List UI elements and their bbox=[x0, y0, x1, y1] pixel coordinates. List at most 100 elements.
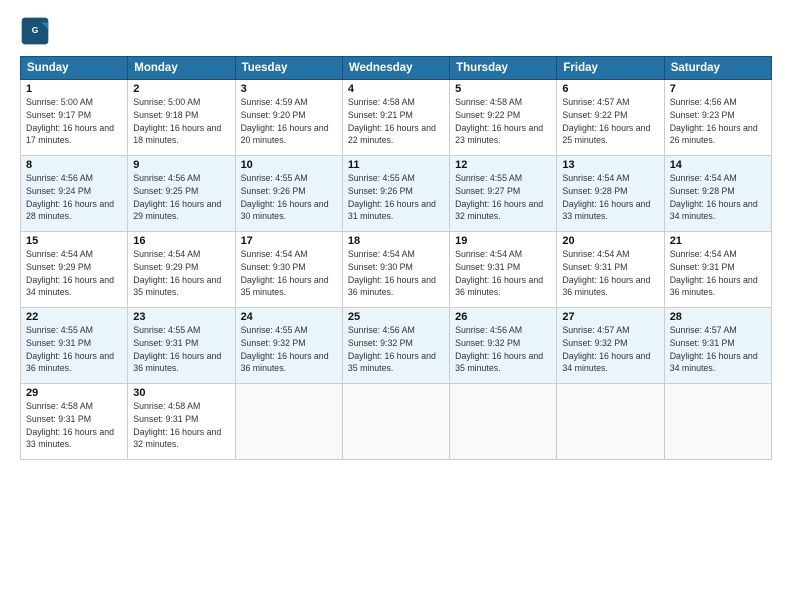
calendar-week-1: 1Sunrise: 5:00 AM Sunset: 9:17 PM Daylig… bbox=[21, 80, 772, 156]
day-info: Sunrise: 4:54 AM Sunset: 9:28 PM Dayligh… bbox=[670, 172, 766, 223]
day-info: Sunrise: 4:54 AM Sunset: 9:31 PM Dayligh… bbox=[455, 248, 551, 299]
calendar-cell: 29Sunrise: 4:58 AM Sunset: 9:31 PM Dayli… bbox=[21, 384, 128, 460]
calendar-cell: 8Sunrise: 4:56 AM Sunset: 9:24 PM Daylig… bbox=[21, 156, 128, 232]
calendar-week-2: 8Sunrise: 4:56 AM Sunset: 9:24 PM Daylig… bbox=[21, 156, 772, 232]
day-number: 26 bbox=[455, 311, 551, 323]
day-number: 5 bbox=[455, 83, 551, 95]
day-info: Sunrise: 4:54 AM Sunset: 9:30 PM Dayligh… bbox=[241, 248, 337, 299]
day-number: 29 bbox=[26, 387, 122, 399]
day-number: 22 bbox=[26, 311, 122, 323]
day-number: 2 bbox=[133, 83, 229, 95]
day-info: Sunrise: 4:54 AM Sunset: 9:31 PM Dayligh… bbox=[670, 248, 766, 299]
day-info: Sunrise: 4:55 AM Sunset: 9:26 PM Dayligh… bbox=[348, 172, 444, 223]
calendar-body: 1Sunrise: 5:00 AM Sunset: 9:17 PM Daylig… bbox=[21, 80, 772, 460]
header: G bbox=[20, 16, 772, 46]
day-number: 6 bbox=[562, 83, 658, 95]
logo: G bbox=[20, 16, 54, 46]
weekday-header-sunday: Sunday bbox=[21, 57, 128, 80]
calendar-cell: 21Sunrise: 4:54 AM Sunset: 9:31 PM Dayli… bbox=[664, 232, 771, 308]
calendar-cell: 25Sunrise: 4:56 AM Sunset: 9:32 PM Dayli… bbox=[342, 308, 449, 384]
calendar-cell: 7Sunrise: 4:56 AM Sunset: 9:23 PM Daylig… bbox=[664, 80, 771, 156]
calendar-cell: 23Sunrise: 4:55 AM Sunset: 9:31 PM Dayli… bbox=[128, 308, 235, 384]
calendar-cell: 10Sunrise: 4:55 AM Sunset: 9:26 PM Dayli… bbox=[235, 156, 342, 232]
day-number: 11 bbox=[348, 159, 444, 171]
calendar-cell: 6Sunrise: 4:57 AM Sunset: 9:22 PM Daylig… bbox=[557, 80, 664, 156]
day-info: Sunrise: 4:55 AM Sunset: 9:31 PM Dayligh… bbox=[133, 324, 229, 375]
calendar-cell: 28Sunrise: 4:57 AM Sunset: 9:31 PM Dayli… bbox=[664, 308, 771, 384]
calendar-week-5: 29Sunrise: 4:58 AM Sunset: 9:31 PM Dayli… bbox=[21, 384, 772, 460]
day-number: 18 bbox=[348, 235, 444, 247]
calendar-cell: 4Sunrise: 4:58 AM Sunset: 9:21 PM Daylig… bbox=[342, 80, 449, 156]
day-number: 25 bbox=[348, 311, 444, 323]
day-number: 19 bbox=[455, 235, 551, 247]
day-number: 13 bbox=[562, 159, 658, 171]
weekday-header-saturday: Saturday bbox=[664, 57, 771, 80]
calendar-cell bbox=[557, 384, 664, 460]
day-info: Sunrise: 4:55 AM Sunset: 9:27 PM Dayligh… bbox=[455, 172, 551, 223]
day-number: 8 bbox=[26, 159, 122, 171]
day-info: Sunrise: 4:55 AM Sunset: 9:31 PM Dayligh… bbox=[26, 324, 122, 375]
day-number: 16 bbox=[133, 235, 229, 247]
calendar-cell: 12Sunrise: 4:55 AM Sunset: 9:27 PM Dayli… bbox=[450, 156, 557, 232]
calendar-cell: 19Sunrise: 4:54 AM Sunset: 9:31 PM Dayli… bbox=[450, 232, 557, 308]
day-info: Sunrise: 4:54 AM Sunset: 9:28 PM Dayligh… bbox=[562, 172, 658, 223]
calendar-header-row: SundayMondayTuesdayWednesdayThursdayFrid… bbox=[21, 57, 772, 80]
day-number: 23 bbox=[133, 311, 229, 323]
weekday-header-monday: Monday bbox=[128, 57, 235, 80]
day-number: 7 bbox=[670, 83, 766, 95]
day-info: Sunrise: 4:55 AM Sunset: 9:26 PM Dayligh… bbox=[241, 172, 337, 223]
day-number: 17 bbox=[241, 235, 337, 247]
calendar-table: SundayMondayTuesdayWednesdayThursdayFrid… bbox=[20, 56, 772, 460]
day-number: 15 bbox=[26, 235, 122, 247]
calendar-cell: 22Sunrise: 4:55 AM Sunset: 9:31 PM Dayli… bbox=[21, 308, 128, 384]
calendar-cell bbox=[450, 384, 557, 460]
weekday-header-wednesday: Wednesday bbox=[342, 57, 449, 80]
day-info: Sunrise: 4:55 AM Sunset: 9:32 PM Dayligh… bbox=[241, 324, 337, 375]
day-info: Sunrise: 4:56 AM Sunset: 9:32 PM Dayligh… bbox=[455, 324, 551, 375]
calendar-cell: 16Sunrise: 4:54 AM Sunset: 9:29 PM Dayli… bbox=[128, 232, 235, 308]
day-info: Sunrise: 4:56 AM Sunset: 9:32 PM Dayligh… bbox=[348, 324, 444, 375]
day-info: Sunrise: 4:54 AM Sunset: 9:29 PM Dayligh… bbox=[133, 248, 229, 299]
day-number: 4 bbox=[348, 83, 444, 95]
calendar-cell: 9Sunrise: 4:56 AM Sunset: 9:25 PM Daylig… bbox=[128, 156, 235, 232]
day-info: Sunrise: 4:56 AM Sunset: 9:25 PM Dayligh… bbox=[133, 172, 229, 223]
calendar-cell: 11Sunrise: 4:55 AM Sunset: 9:26 PM Dayli… bbox=[342, 156, 449, 232]
calendar-week-4: 22Sunrise: 4:55 AM Sunset: 9:31 PM Dayli… bbox=[21, 308, 772, 384]
calendar-cell: 5Sunrise: 4:58 AM Sunset: 9:22 PM Daylig… bbox=[450, 80, 557, 156]
day-number: 9 bbox=[133, 159, 229, 171]
day-info: Sunrise: 4:57 AM Sunset: 9:22 PM Dayligh… bbox=[562, 96, 658, 147]
day-info: Sunrise: 4:57 AM Sunset: 9:32 PM Dayligh… bbox=[562, 324, 658, 375]
day-number: 12 bbox=[455, 159, 551, 171]
calendar-cell: 17Sunrise: 4:54 AM Sunset: 9:30 PM Dayli… bbox=[235, 232, 342, 308]
calendar-cell bbox=[235, 384, 342, 460]
day-number: 21 bbox=[670, 235, 766, 247]
calendar-cell: 1Sunrise: 5:00 AM Sunset: 9:17 PM Daylig… bbox=[21, 80, 128, 156]
page: G SundayMondayTuesdayWednesdayThursdayFr… bbox=[0, 0, 792, 612]
day-info: Sunrise: 4:58 AM Sunset: 9:31 PM Dayligh… bbox=[133, 400, 229, 451]
weekday-header-friday: Friday bbox=[557, 57, 664, 80]
day-info: Sunrise: 4:58 AM Sunset: 9:21 PM Dayligh… bbox=[348, 96, 444, 147]
day-info: Sunrise: 4:57 AM Sunset: 9:31 PM Dayligh… bbox=[670, 324, 766, 375]
svg-text:G: G bbox=[32, 25, 38, 35]
day-info: Sunrise: 4:56 AM Sunset: 9:24 PM Dayligh… bbox=[26, 172, 122, 223]
day-number: 30 bbox=[133, 387, 229, 399]
day-info: Sunrise: 4:58 AM Sunset: 9:31 PM Dayligh… bbox=[26, 400, 122, 451]
day-info: Sunrise: 4:54 AM Sunset: 9:29 PM Dayligh… bbox=[26, 248, 122, 299]
calendar-cell bbox=[664, 384, 771, 460]
weekday-header-thursday: Thursday bbox=[450, 57, 557, 80]
calendar-cell bbox=[342, 384, 449, 460]
logo-icon: G bbox=[20, 16, 50, 46]
day-info: Sunrise: 5:00 AM Sunset: 9:18 PM Dayligh… bbox=[133, 96, 229, 147]
weekday-header-tuesday: Tuesday bbox=[235, 57, 342, 80]
calendar-cell: 26Sunrise: 4:56 AM Sunset: 9:32 PM Dayli… bbox=[450, 308, 557, 384]
calendar-cell: 18Sunrise: 4:54 AM Sunset: 9:30 PM Dayli… bbox=[342, 232, 449, 308]
calendar-cell: 24Sunrise: 4:55 AM Sunset: 9:32 PM Dayli… bbox=[235, 308, 342, 384]
calendar-cell: 27Sunrise: 4:57 AM Sunset: 9:32 PM Dayli… bbox=[557, 308, 664, 384]
calendar-cell: 15Sunrise: 4:54 AM Sunset: 9:29 PM Dayli… bbox=[21, 232, 128, 308]
calendar-cell: 2Sunrise: 5:00 AM Sunset: 9:18 PM Daylig… bbox=[128, 80, 235, 156]
day-number: 10 bbox=[241, 159, 337, 171]
day-number: 24 bbox=[241, 311, 337, 323]
day-info: Sunrise: 4:56 AM Sunset: 9:23 PM Dayligh… bbox=[670, 96, 766, 147]
day-number: 1 bbox=[26, 83, 122, 95]
day-number: 3 bbox=[241, 83, 337, 95]
